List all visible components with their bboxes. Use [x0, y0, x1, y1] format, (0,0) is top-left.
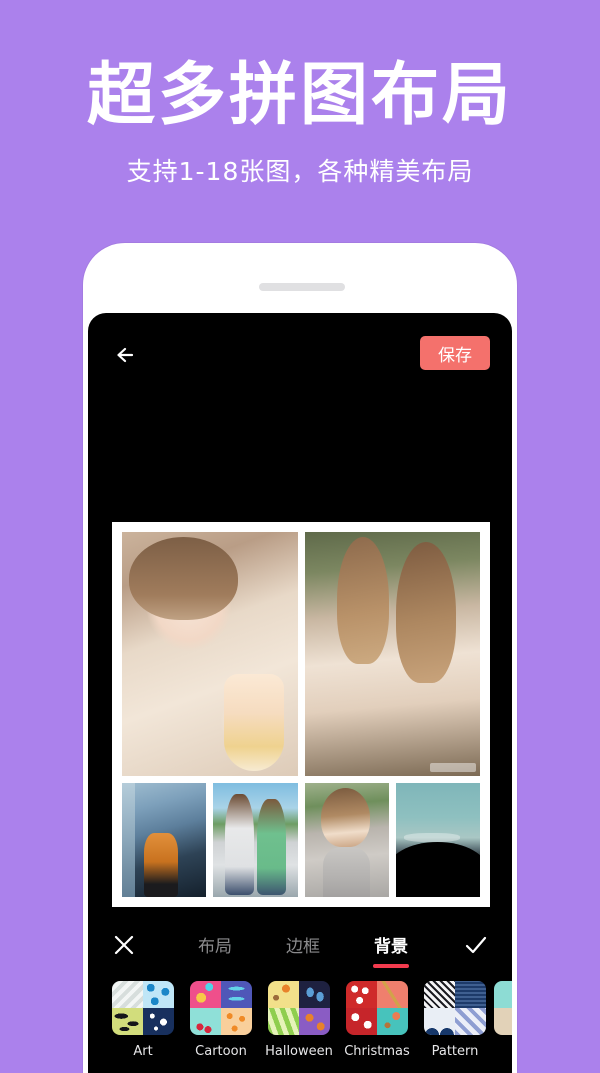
thumb-quadrant: [377, 981, 408, 1008]
thumb-quadrant: [143, 1008, 174, 1035]
thumb-quadrant: [190, 1008, 221, 1035]
collage-photo-6[interactable]: [395, 783, 480, 897]
app-screen: 保存 布局 边框 背景 Art Cartoon Halloween Christ…: [88, 313, 512, 1073]
collage-photo-2[interactable]: [305, 532, 480, 776]
arrow-left-icon[interactable]: [112, 340, 142, 370]
tab-layout[interactable]: 布局: [198, 932, 232, 957]
background-item-art[interactable]: Art: [104, 981, 182, 1073]
tab-background-label: 背景: [374, 937, 408, 957]
background-item-next-partial[interactable]: [494, 981, 512, 1073]
thumb-quadrant: [112, 981, 143, 1008]
thumb-quadrant: [346, 1008, 377, 1035]
background-item-pattern[interactable]: Pattern: [416, 981, 494, 1073]
thumb-quadrant: [143, 981, 174, 1008]
background-item-label: Halloween: [265, 1044, 333, 1059]
background-category-strip[interactable]: Art Cartoon Halloween Christmas Pattern: [88, 981, 512, 1073]
thumb-quadrant: [377, 1008, 408, 1035]
thumb-quadrant: [190, 981, 221, 1008]
background-item-label: Cartoon: [195, 1044, 247, 1059]
page-subtitle: 支持1-18张图，各种精美布局: [126, 157, 474, 186]
page-title: 超多拼图布局: [86, 56, 513, 135]
background-item-label: Christmas: [344, 1044, 410, 1059]
phone-speaker: [259, 283, 345, 291]
collage-row-top: [122, 532, 480, 776]
collage-photo-3[interactable]: [122, 783, 207, 897]
thumb-quadrant: [221, 981, 252, 1008]
tab-border[interactable]: 边框: [286, 932, 320, 957]
background-thumbnail: [346, 981, 408, 1035]
thumb-quadrant: [424, 1008, 455, 1035]
collage-canvas[interactable]: [112, 522, 490, 907]
background-item-halloween[interactable]: Halloween: [260, 981, 338, 1073]
check-icon[interactable]: [462, 931, 490, 959]
thumb-quadrant: [346, 981, 377, 1008]
thumb-quadrant: [268, 1008, 299, 1035]
thumb-quadrant: [424, 981, 455, 1008]
thumb-quadrant: [221, 1008, 252, 1035]
thumb-quadrant: [112, 1008, 143, 1035]
background-thumbnail: [190, 981, 252, 1035]
background-item-label: Pattern: [431, 1044, 479, 1059]
background-thumbnail: [268, 981, 330, 1035]
thumb-quadrant: [299, 981, 330, 1008]
close-icon[interactable]: [110, 931, 138, 959]
collage-photo-1[interactable]: [122, 532, 298, 776]
save-button[interactable]: 保存: [420, 336, 490, 370]
background-thumbnail: [112, 981, 174, 1035]
tab-border-label: 边框: [286, 937, 320, 957]
tab-underline: [373, 964, 409, 968]
thumb-quadrant: [494, 1008, 512, 1035]
background-thumbnail: [424, 981, 486, 1035]
background-item-label: Art: [133, 1044, 153, 1059]
tab-layout-label: 布局: [198, 937, 232, 957]
thumb-quadrant: [268, 981, 299, 1008]
collage-photo-5[interactable]: [304, 783, 389, 897]
background-item-cartoon[interactable]: Cartoon: [182, 981, 260, 1073]
thumb-quadrant: [455, 981, 486, 1008]
watermark: [430, 763, 476, 772]
thumb-quadrant: [299, 1008, 330, 1035]
thumb-quadrant: [494, 981, 512, 1008]
thumb-quadrant: [455, 1008, 486, 1035]
background-item-christmas[interactable]: Christmas: [338, 981, 416, 1073]
phone-mockup: 保存 布局 边框 背景 Art Cartoon Halloween Christ…: [83, 243, 517, 1073]
editor-tabs: 布局 边框 背景: [198, 913, 409, 978]
promo-header: 超多拼图布局 支持1-18张图，各种精美布局: [0, 0, 600, 188]
app-topbar: 保存: [88, 313, 512, 403]
background-thumbnail: [494, 981, 512, 1035]
tab-background[interactable]: 背景: [373, 932, 409, 968]
collage-photo-4[interactable]: [213, 783, 298, 897]
collage-row-bottom: [122, 783, 480, 897]
editor-tabbar: 布局 边框 背景: [88, 913, 512, 978]
